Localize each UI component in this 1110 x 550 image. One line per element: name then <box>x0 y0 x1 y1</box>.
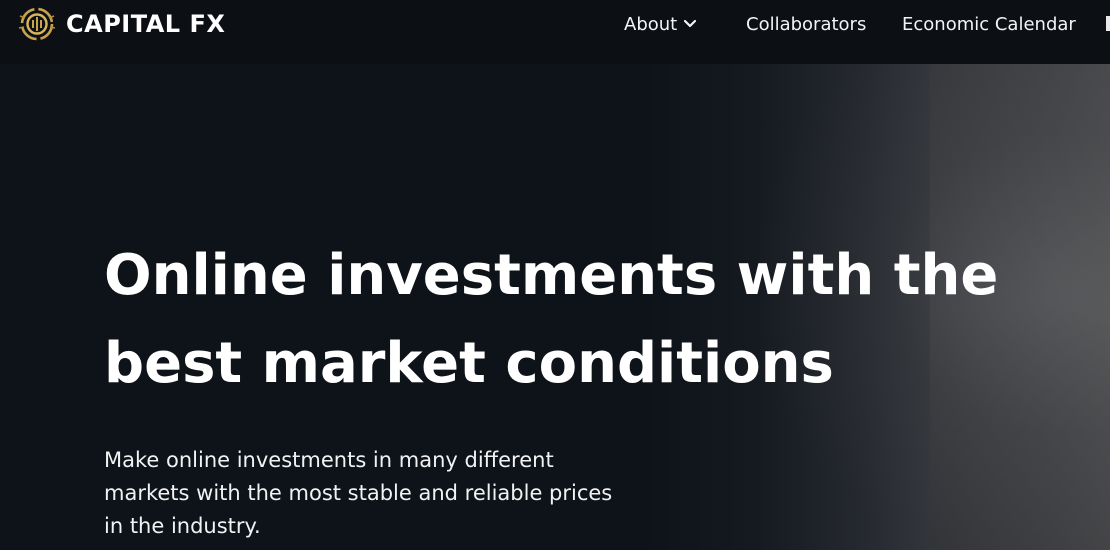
top-navbar: CAPITAL FX About Collaborators Economic … <box>0 0 1110 64</box>
nav-item-about-label: About <box>624 13 678 35</box>
nav-item-economic-calendar[interactable]: Economic Calendar <box>902 14 1076 35</box>
page: CAPITAL FX About Collaborators Economic … <box>0 0 1110 550</box>
hero-title-line-2: best market conditions <box>104 331 834 396</box>
hero-subtitle-line-2: markets with the most stable and reliabl… <box>104 481 613 505</box>
hero-subtitle-line-1: Make online investments in many differen… <box>104 448 554 472</box>
hero-subtitle: Make online investments in many differen… <box>104 444 644 543</box>
hero-title-line-1: Online investments with the <box>104 243 999 308</box>
nav-overflow-edge <box>1106 16 1110 31</box>
nav-item-economic-calendar-label: Economic Calendar <box>902 13 1076 35</box>
brand-logo-link[interactable]: CAPITAL FX <box>16 6 225 42</box>
capital-fx-logo-icon <box>18 7 56 41</box>
chevron-down-icon <box>684 19 697 28</box>
hero-subtitle-line-3: in the industry. <box>104 514 261 538</box>
primary-nav: About Collaborators Economic Calendar <box>624 12 1076 36</box>
nav-item-collaborators[interactable]: Collaborators <box>746 14 902 35</box>
hero-title: Online investments with the best market … <box>104 232 1064 408</box>
nav-item-about[interactable]: About <box>624 14 746 35</box>
brand-name: CAPITAL FX <box>66 10 226 38</box>
nav-item-collaborators-label: Collaborators <box>746 13 867 35</box>
